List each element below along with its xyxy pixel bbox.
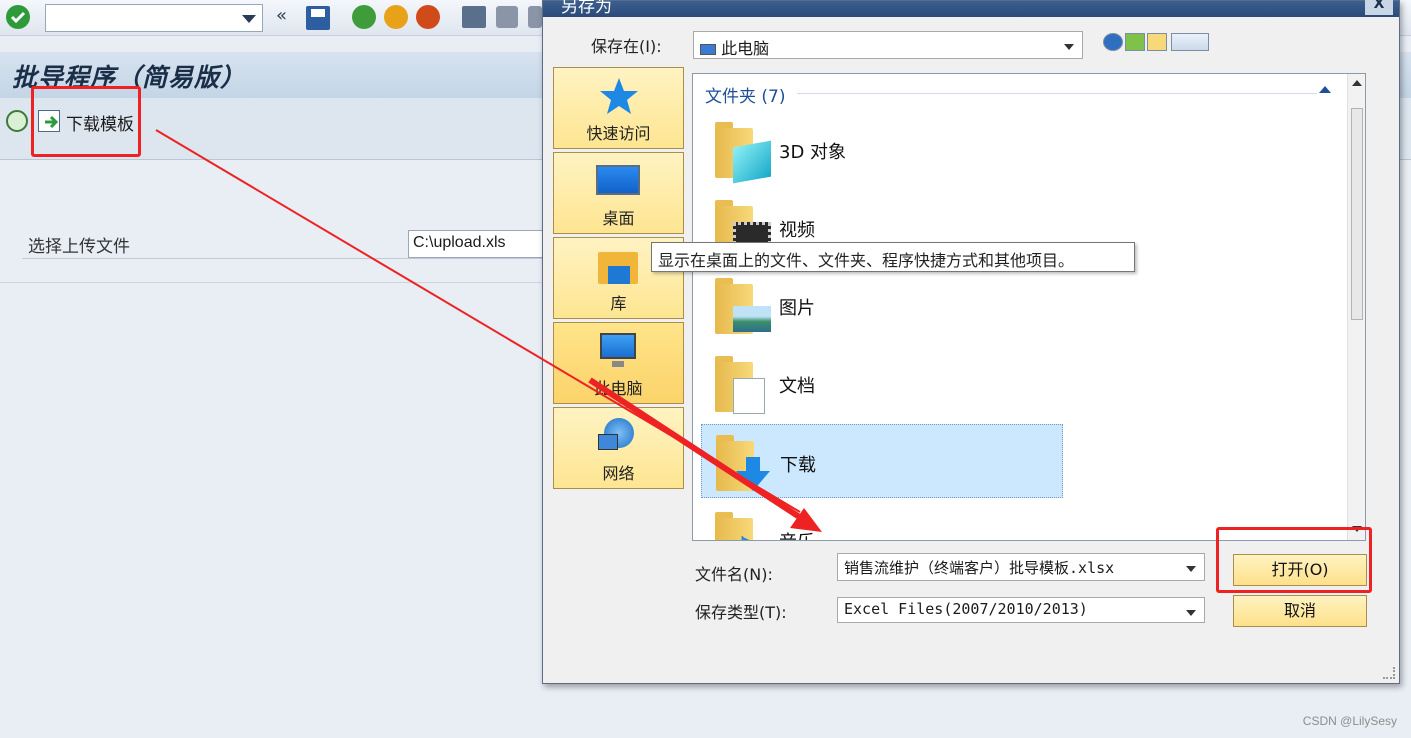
save-in-label: 保存在(I): xyxy=(591,37,662,56)
upload-file-input[interactable]: C:\upload.xls xyxy=(408,230,548,258)
filetype-select[interactable]: Excel Files(2007/2010/2013) xyxy=(837,597,1205,623)
music-icon: ♪ xyxy=(715,512,757,540)
star-icon xyxy=(596,76,642,116)
computer-icon xyxy=(596,331,642,371)
enter-check-icon[interactable] xyxy=(6,5,30,29)
computer-icon xyxy=(700,44,716,55)
back-icon[interactable] xyxy=(352,5,376,29)
chevron-down-icon[interactable] xyxy=(1186,610,1196,616)
folder-item-music[interactable]: ♪ 音乐 xyxy=(701,502,1061,540)
save-icon[interactable] xyxy=(306,6,330,30)
filename-label: 文件名(N): xyxy=(695,565,773,584)
dialog-title: 另存为 xyxy=(561,0,612,17)
collapse-icon[interactable]: « xyxy=(276,5,287,26)
chevron-down-icon[interactable] xyxy=(1064,44,1074,50)
filename-value: 销售流维护（终端客户）批导模板.xlsx xyxy=(844,559,1115,577)
downloads-icon xyxy=(716,435,770,491)
highlight-box-download-template xyxy=(31,86,141,157)
folders-group-header[interactable]: 文件夹 (7) xyxy=(705,82,785,107)
divider xyxy=(0,282,548,283)
folder-item-3d-objects[interactable]: 3D 对象 xyxy=(701,112,1061,186)
command-field[interactable] xyxy=(45,4,263,32)
vertical-scrollbar[interactable] xyxy=(1347,74,1365,540)
watermark: CSDN @LilySesy xyxy=(1302,714,1397,728)
pictures-icon xyxy=(715,278,771,334)
save-in-select[interactable]: 此电脑 xyxy=(693,31,1083,59)
filetype-value: Excel Files(2007/2010/2013) xyxy=(844,600,1088,618)
chevron-up-icon[interactable] xyxy=(1319,86,1331,93)
new-folder-icon[interactable] xyxy=(1147,33,1167,51)
place-desktop[interactable]: 桌面 xyxy=(553,152,684,234)
folder-item-pictures[interactable]: 图片 xyxy=(701,268,1061,342)
print-icon[interactable] xyxy=(462,6,486,28)
folder-item-documents[interactable]: 文档 xyxy=(701,346,1061,420)
filetype-label: 保存类型(T): xyxy=(695,603,787,622)
chevron-down-icon[interactable] xyxy=(1186,566,1196,572)
highlight-box-open-button xyxy=(1216,527,1372,593)
filename-input[interactable]: 销售流维护（终端客户）批导模板.xlsx xyxy=(837,553,1205,581)
dialog-title-bar: 另存为 X xyxy=(543,0,1399,17)
network-icon xyxy=(596,416,642,456)
view-menu-icon[interactable] xyxy=(1171,33,1209,51)
3d-objects-icon xyxy=(715,122,771,184)
select-file-label: 选择上传文件 xyxy=(28,237,130,257)
scroll-thumb[interactable] xyxy=(1351,108,1363,320)
documents-icon xyxy=(715,356,765,414)
save-in-value: 此电脑 xyxy=(721,39,770,58)
place-this-pc[interactable]: 此电脑 xyxy=(553,322,684,404)
close-icon[interactable]: X xyxy=(1365,0,1393,15)
exit-icon[interactable] xyxy=(384,5,408,29)
cancel-button[interactable]: 取消 xyxy=(1233,595,1367,627)
resize-grip-icon[interactable] xyxy=(1383,667,1395,679)
back-nav-icon[interactable] xyxy=(1103,33,1123,51)
place-quick-access[interactable]: 快速访问 xyxy=(553,67,684,149)
desktop-icon xyxy=(596,161,642,201)
find-icon[interactable] xyxy=(496,6,518,28)
tooltip: 显示在桌面上的文件、文件夹、程序快捷方式和其他项目。 xyxy=(651,242,1135,272)
chevron-down-icon[interactable] xyxy=(242,15,256,23)
up-folder-icon[interactable] xyxy=(1125,33,1145,51)
divider xyxy=(22,258,552,259)
file-list[interactable]: 文件夹 (7) 3D 对象 视频 图片 文档 下载 xyxy=(692,73,1366,541)
cancel-icon[interactable] xyxy=(416,5,440,29)
folder-item-downloads[interactable]: 下载 xyxy=(701,424,1063,498)
scroll-up-icon[interactable] xyxy=(1352,80,1362,86)
divider xyxy=(797,93,1317,94)
find-next-icon[interactable] xyxy=(528,6,542,28)
execute-icon[interactable] xyxy=(6,110,28,132)
library-icon xyxy=(596,246,642,286)
place-network[interactable]: 网络 xyxy=(553,407,684,489)
